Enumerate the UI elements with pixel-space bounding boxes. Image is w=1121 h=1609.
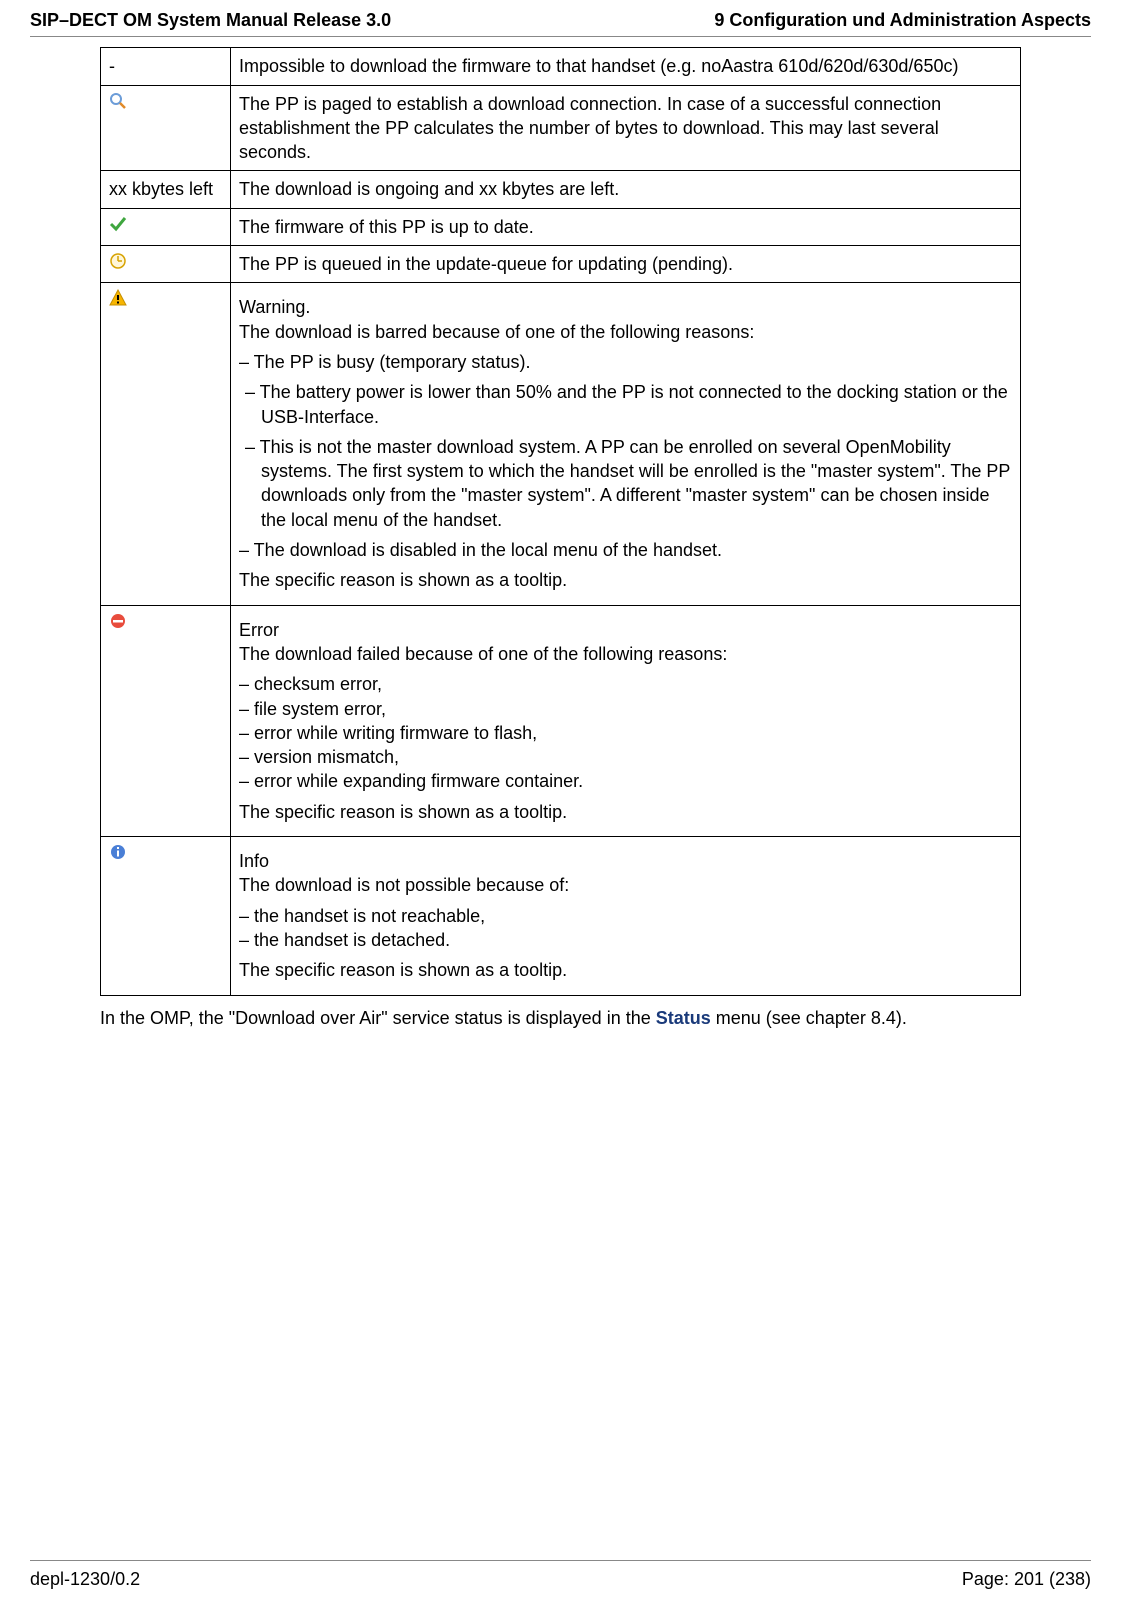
warning-title: Warning.: [239, 297, 310, 317]
table-row: The firmware of this PP is up to date.: [101, 208, 1021, 245]
description-cell: The firmware of this PP is up to date.: [231, 208, 1021, 245]
after-text-pre: In the OMP, the "Download over Air" serv…: [100, 1008, 656, 1028]
description-cell: The PP is paged to establish a download …: [231, 85, 1021, 171]
table-row: xx kbytes left The download is ongoing a…: [101, 171, 1021, 208]
warning-intro: The download is barred because of one of…: [239, 322, 754, 342]
clock-icon: [109, 252, 127, 276]
bullet-item: – version mismatch,: [239, 747, 399, 767]
symbol-cell: [101, 85, 231, 171]
bullet-item: – error while expanding firmware contain…: [239, 771, 583, 791]
bullet-item: – The battery power is lower than 50% an…: [239, 380, 1012, 429]
bullet-item: – the handset is not reachable,: [239, 906, 485, 926]
header-left: SIP–DECT OM System Manual Release 3.0: [30, 8, 391, 32]
description-cell: Warning. The download is barred because o…: [231, 283, 1021, 605]
table-row: Info The download is not possible because…: [101, 837, 1021, 995]
bullet-item: – The PP is busy (temporary status).: [239, 350, 1012, 374]
symbol-cell: [101, 837, 231, 995]
symbol-cell: [101, 208, 231, 245]
symbol-cell: xx kbytes left: [101, 171, 231, 208]
footer-left: depl-1230/0.2: [30, 1567, 140, 1591]
checkmark-icon: [109, 215, 127, 239]
description-cell: Impossible to download the firmware to t…: [231, 48, 1021, 85]
bullet-item: – checksum error,: [239, 674, 382, 694]
symbol-cell: [101, 246, 231, 283]
page-footer: depl-1230/0.2 Page: 201 (238): [30, 1560, 1091, 1591]
symbol-cell: [101, 283, 231, 605]
info-intro: The download is not possible because of:: [239, 875, 569, 895]
symbol-cell: [101, 605, 231, 836]
footer-wrap: depl-1230/0.2 Page: 201 (238): [0, 1560, 1121, 1591]
header-right: 9 Configuration und Administration Aspec…: [714, 8, 1091, 32]
error-title: Error: [239, 620, 279, 640]
after-text-post: menu (see chapter 8.4).: [711, 1008, 907, 1028]
status-menu-ref: Status: [656, 1008, 711, 1028]
error-tail: The specific reason is shown as a toolti…: [239, 800, 1012, 824]
warning-tail: The specific reason is shown as a toolti…: [239, 568, 1012, 592]
after-table-paragraph: In the OMP, the "Download over Air" serv…: [100, 1006, 1021, 1030]
error-icon: [109, 612, 127, 636]
page-header: SIP–DECT OM System Manual Release 3.0 9 …: [30, 0, 1091, 37]
table-row: - Impossible to download the firmware to…: [101, 48, 1021, 85]
table-row: The PP is queued in the update-queue for…: [101, 246, 1021, 283]
info-title: Info: [239, 851, 269, 871]
magnifier-icon: [109, 92, 127, 116]
description-cell: Error The download failed because of one …: [231, 605, 1021, 836]
bullet-item: – error while writing firmware to flash,: [239, 723, 537, 743]
footer-right: Page: 201 (238): [962, 1567, 1091, 1591]
content-area: - Impossible to download the firmware to…: [30, 47, 1091, 1030]
page: SIP–DECT OM System Manual Release 3.0 9 …: [0, 0, 1121, 1030]
error-intro: The download failed because of one of th…: [239, 644, 727, 664]
description-cell: The download is ongoing and xx kbytes ar…: [231, 171, 1021, 208]
table-row: Error The download failed because of one …: [101, 605, 1021, 836]
bullet-item: – the handset is detached.: [239, 930, 450, 950]
status-table: - Impossible to download the firmware to…: [100, 47, 1021, 995]
table-row: Warning. The download is barred because o…: [101, 283, 1021, 605]
description-cell: The PP is queued in the update-queue for…: [231, 246, 1021, 283]
bullet-item: – This is not the master download system…: [239, 435, 1012, 532]
bullet-item: – The download is disabled in the local …: [239, 538, 1012, 562]
info-tail: The specific reason is shown as a toolti…: [239, 958, 1012, 982]
table-row: The PP is paged to establish a download …: [101, 85, 1021, 171]
symbol-cell: -: [101, 48, 231, 85]
warning-icon: [109, 289, 127, 313]
info-icon: [109, 843, 127, 867]
description-cell: Info The download is not possible because…: [231, 837, 1021, 995]
bullet-item: – file system error,: [239, 699, 386, 719]
